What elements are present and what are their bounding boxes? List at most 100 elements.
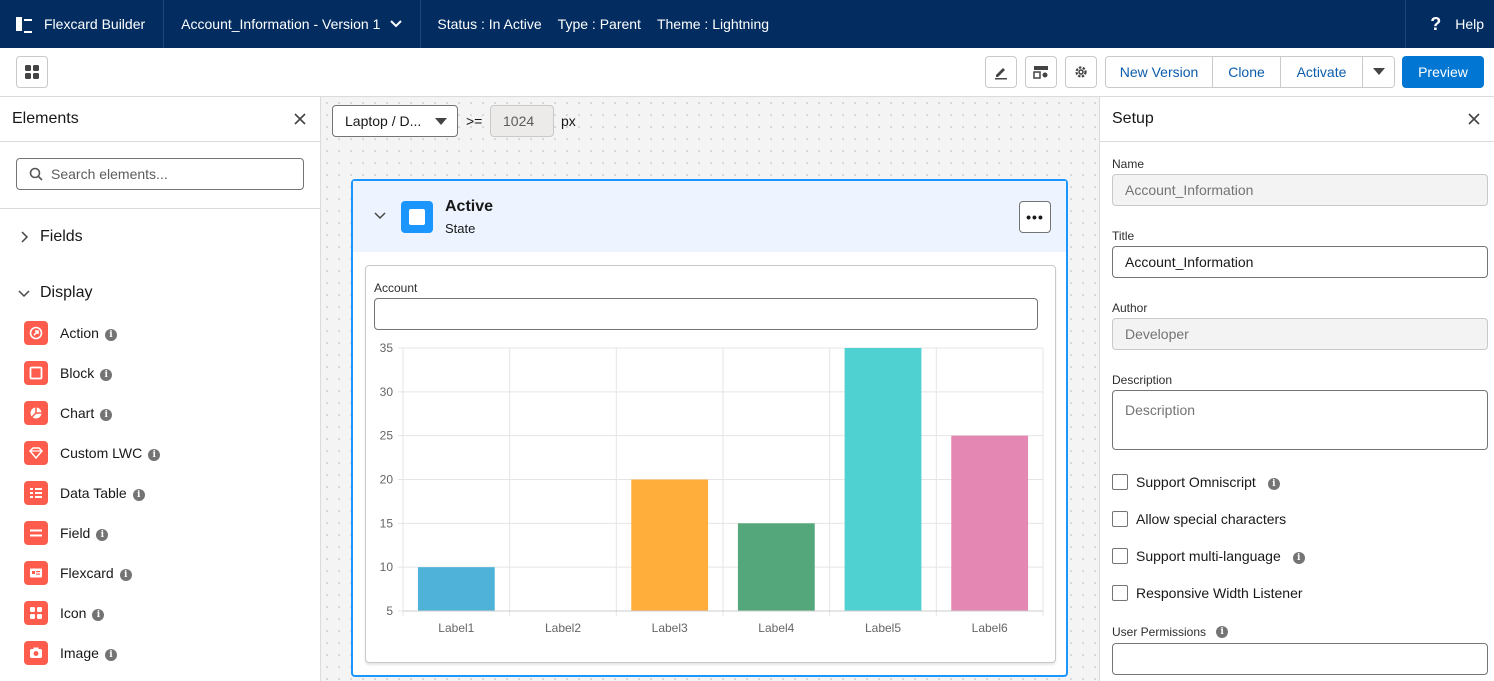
state-container[interactable]: Active State ••• Account 5 10 15 20 25 30 35 La… (351, 179, 1068, 677)
responsive-width-listener-checkbox[interactable]: Responsive Width Listener (1112, 585, 1303, 601)
element-action[interactable]: Action i (24, 321, 117, 345)
activate-button[interactable]: Activate (1281, 57, 1363, 87)
close-icon[interactable] (294, 113, 306, 125)
y-tick-label: 10 (380, 560, 394, 574)
chart-icon (24, 401, 48, 425)
field-icon (24, 521, 48, 545)
x-tick-label: Label6 (972, 621, 1008, 635)
theme-text: Theme : Lightning (656, 16, 770, 32)
info-icon[interactable]: i (100, 409, 113, 421)
close-icon[interactable] (1468, 113, 1480, 125)
setup-panel-header: Setup (1100, 97, 1494, 142)
bar-chart[interactable]: 5 10 15 20 25 30 35 Label1 Label2 Label3 Label4 Lab… (366, 338, 1056, 640)
user-permissions-field[interactable] (1112, 643, 1488, 675)
element-image[interactable]: Image i (24, 641, 117, 665)
settings-button[interactable] (1065, 56, 1097, 88)
action-icon (24, 321, 48, 345)
allow-special-characters-checkbox[interactable]: Allow special characters (1112, 511, 1286, 527)
info-icon[interactable]: i (96, 529, 109, 541)
x-tick-label: Label5 (865, 621, 901, 635)
layout-icon (1033, 66, 1048, 79)
support-omniscript-checkbox[interactable]: Support Omniscript i (1112, 474, 1280, 490)
author-field: Developer (1112, 318, 1488, 350)
version-dropdown[interactable]: Account_Information - Version 1 (164, 0, 422, 48)
fields-section-toggle[interactable]: Fields (18, 228, 83, 246)
search-icon (29, 167, 43, 181)
more-actions-button[interactable] (1363, 57, 1394, 87)
help-label: Help (1455, 16, 1484, 32)
x-tick-label: Label2 (545, 621, 581, 635)
data-table-icon (24, 481, 48, 505)
pencil-icon (995, 68, 1007, 80)
layout-button[interactable] (1025, 56, 1057, 88)
help-button[interactable]: ? Help (1405, 0, 1494, 48)
element-data-table[interactable]: Data Table i (24, 481, 145, 505)
toolbar: New Version Clone Activate Preview (0, 48, 1494, 97)
search-input[interactable]: Search elements... (16, 158, 304, 190)
setup-panel: Setup Name Account_Information Title Acc… (1099, 97, 1494, 681)
info-icon[interactable]: i (92, 609, 105, 621)
clone-button[interactable]: Clone (1213, 57, 1281, 87)
breakpoint-width-value: 1024 (503, 113, 535, 129)
description-label: Description (1112, 373, 1173, 387)
checkbox[interactable] (1112, 548, 1128, 564)
element-icon[interactable]: Icon i (24, 601, 105, 625)
search-placeholder: Search elements... (51, 166, 168, 182)
info-icon[interactable]: i (132, 489, 145, 501)
y-tick-label: 15 (380, 516, 394, 530)
element-chart[interactable]: Chart i (24, 401, 113, 425)
app-name: Flexcard Builder (44, 16, 146, 32)
elements-panel: Elements Search elements... Fields Displ… (0, 97, 321, 681)
title-label: Title (1112, 229, 1135, 243)
info-icon[interactable]: i (104, 329, 117, 341)
bar-label4 (737, 523, 815, 611)
checkbox[interactable] (1112, 585, 1128, 601)
display-section-toggle[interactable]: Display (18, 284, 92, 302)
elements-panel-header: Elements (0, 97, 320, 142)
preview-button[interactable]: Preview (1402, 56, 1484, 88)
panel-divider (0, 208, 320, 209)
apps-grid-button[interactable] (16, 56, 48, 88)
account-field[interactable] (374, 298, 1038, 330)
bar-label3 (631, 479, 709, 611)
state-header: Active State ••• (353, 181, 1066, 252)
element-field[interactable]: Field i (24, 521, 109, 545)
y-tick-label: 30 (380, 385, 394, 399)
status-text: Status : In Active (437, 16, 542, 32)
chevron-down-icon (18, 290, 30, 298)
block-card[interactable]: Account 5 10 15 20 25 30 35 Label1 Label2 Label3 L… (365, 265, 1056, 663)
new-version-button[interactable]: New Version (1106, 57, 1213, 87)
device-value: Laptop / D... (345, 113, 422, 129)
element-flexcard[interactable]: Flexcard i (24, 561, 132, 585)
image-icon (24, 641, 48, 665)
checkbox[interactable] (1112, 474, 1128, 490)
element-block[interactable]: Block i (24, 361, 113, 385)
caret-down-icon (1372, 68, 1385, 75)
edit-button[interactable] (985, 56, 1017, 88)
info-icon[interactable]: i (104, 649, 117, 661)
element-custom-lwc[interactable]: Custom LWC i (24, 441, 161, 465)
info-icon[interactable]: i (1292, 552, 1305, 564)
icon-icon (24, 601, 48, 625)
more-options-button[interactable]: ••• (1019, 201, 1051, 233)
info-icon[interactable]: i (100, 369, 113, 381)
support-multi-language-checkbox[interactable]: Support multi-language i (1112, 548, 1305, 564)
info-icon[interactable]: i (1216, 626, 1229, 638)
display-section-label: Display (40, 284, 93, 301)
app-launcher-icon (16, 17, 32, 33)
help-icon: ? (1430, 13, 1442, 34)
elements-panel-title: Elements (12, 110, 79, 127)
operator-label: >= (466, 113, 483, 129)
grid-icon (25, 65, 39, 79)
description-field[interactable]: Description (1112, 390, 1488, 450)
info-icon[interactable]: i (1267, 478, 1280, 490)
checkbox[interactable] (1112, 511, 1128, 527)
chevron-down-icon[interactable] (374, 212, 386, 220)
custom-lwc-icon (24, 441, 48, 465)
gear-icon (1075, 66, 1087, 78)
device-select[interactable]: Laptop / D... (332, 105, 458, 137)
breakpoint-width-input[interactable]: 1024 (490, 105, 554, 137)
info-icon[interactable]: i (148, 449, 161, 461)
info-icon[interactable]: i (119, 569, 132, 581)
title-field[interactable]: Account_Information (1112, 246, 1488, 278)
